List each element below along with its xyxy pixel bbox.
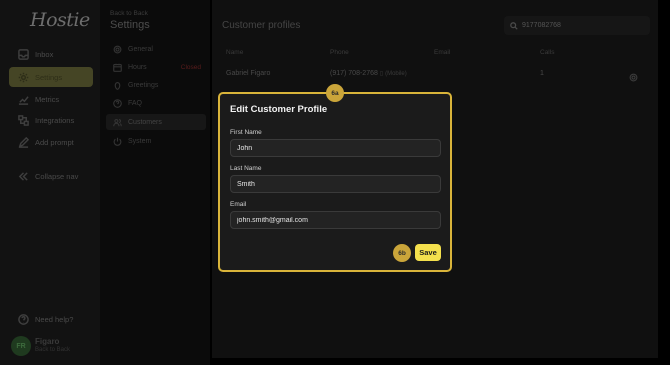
save-button[interactable]: Save xyxy=(415,244,441,261)
power-icon xyxy=(109,137,125,146)
column-header-email: Email xyxy=(434,49,451,56)
settings-item-greetings[interactable]: Greetings xyxy=(106,77,206,93)
settings-item-system[interactable]: System xyxy=(106,133,206,149)
nav-item-inbox[interactable]: Inbox xyxy=(9,44,93,64)
left-nav: Hostie Inbox Settings Metrics Integratio… xyxy=(0,0,100,365)
search-input[interactable]: 9177082768 xyxy=(504,16,650,35)
settings-item-label: Greetings xyxy=(128,81,159,89)
settings-item-hours[interactable]: Hours Closed xyxy=(106,59,206,75)
settings-menu: Back to Back Settings General Hours Clos… xyxy=(100,0,210,365)
email-label: Email xyxy=(230,201,247,208)
collapse-icon xyxy=(11,171,35,182)
cell-name: Gabriel Figaro xyxy=(226,70,271,77)
settings-item-label: Customers xyxy=(128,118,162,126)
nav-item-metrics[interactable]: Metrics xyxy=(9,89,93,109)
last-name-field[interactable] xyxy=(230,175,441,193)
nav-item-integrations[interactable]: Integrations xyxy=(9,110,93,130)
settings-item-customers[interactable]: Customers xyxy=(106,114,206,130)
settings-item-faq[interactable]: FAQ xyxy=(106,95,206,111)
gear-icon xyxy=(109,45,125,54)
phone-type: (Mobile) xyxy=(385,71,407,77)
email-field[interactable] xyxy=(230,211,441,229)
first-name-label: First Name xyxy=(230,129,262,136)
last-name-label: Last Name xyxy=(230,165,262,172)
phone-number: (917) 708-2768 xyxy=(330,70,378,77)
nav-item-label: Metrics xyxy=(35,94,60,104)
back-link[interactable]: Back to Back xyxy=(110,10,148,17)
help-link[interactable]: Need help? xyxy=(9,309,93,329)
brand-logo[interactable]: Hostie xyxy=(30,9,90,31)
mobile-icon: ▯ xyxy=(379,71,384,77)
cell-phone: (917) 708-2768 ▯ (Mobile) xyxy=(330,70,407,77)
nav-item-label: Add prompt xyxy=(35,137,74,147)
settings-item-label: System xyxy=(128,137,152,145)
settings-item-label: Hours xyxy=(128,63,147,71)
pencil-icon xyxy=(11,136,35,148)
inbox-icon xyxy=(11,48,35,60)
avatar: FR xyxy=(11,336,31,356)
nav-item-label: Inbox xyxy=(35,49,54,59)
row-settings-icon[interactable] xyxy=(629,69,638,87)
question-icon xyxy=(109,98,125,108)
settings-item-general[interactable]: General xyxy=(106,41,206,57)
first-name-field[interactable] xyxy=(230,139,441,157)
column-header-calls: Calls xyxy=(540,49,555,56)
user-subtitle: Back to Back xyxy=(35,347,71,353)
step-badge-6b: 6b xyxy=(393,244,411,262)
nav-item-settings[interactable]: Settings xyxy=(9,67,93,87)
wave-icon xyxy=(109,81,125,90)
step-badge-6a: 6a xyxy=(326,84,344,102)
page-title: Customer profiles xyxy=(222,20,301,31)
calendar-icon xyxy=(109,63,125,72)
user-profile[interactable]: FR Figaro Back to Back xyxy=(11,336,70,356)
settings-item-label: General xyxy=(128,45,153,53)
gear-icon xyxy=(11,72,35,83)
column-header-phone: Phone xyxy=(330,49,349,56)
help-label: Need help? xyxy=(35,314,74,324)
column-header-name: Name xyxy=(226,49,244,56)
user-name: Figaro xyxy=(35,337,60,346)
chart-icon xyxy=(11,94,35,105)
nav-item-add-prompt[interactable]: Add prompt xyxy=(9,132,93,152)
nav-item-label: Collapse nav xyxy=(35,171,79,181)
users-icon xyxy=(109,118,125,127)
integrations-icon xyxy=(11,114,35,126)
settings-item-label: FAQ xyxy=(128,99,143,107)
question-icon xyxy=(11,313,35,325)
search-icon xyxy=(510,21,518,30)
edit-customer-modal: 6a Edit Customer Profile First Name Last… xyxy=(218,84,452,272)
search-value: 9177082768 xyxy=(522,22,561,29)
nav-item-label: Settings xyxy=(35,72,63,82)
nav-item-label: Integrations xyxy=(35,115,75,125)
modal-title: Edit Customer Profile xyxy=(230,104,328,115)
nav-item-collapse[interactable]: Collapse nav xyxy=(9,166,93,186)
status-badge: Closed xyxy=(180,63,201,71)
cell-calls: 1 xyxy=(540,70,544,77)
settings-title: Settings xyxy=(110,19,150,31)
